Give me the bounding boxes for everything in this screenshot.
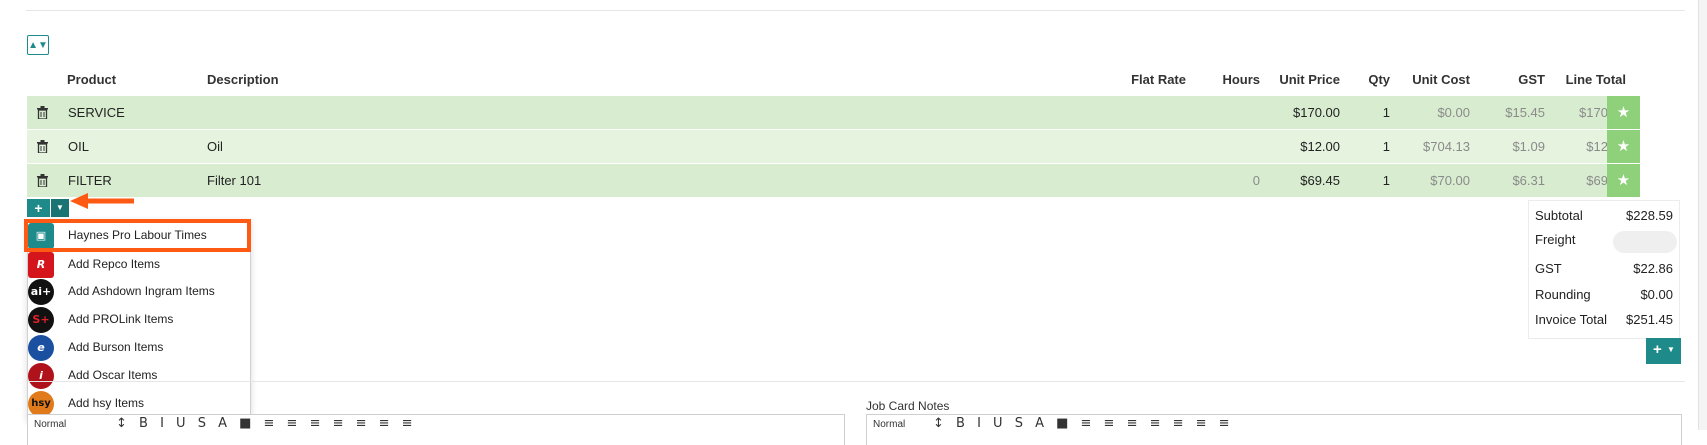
caret-down-icon: ▼	[1667, 345, 1675, 354]
repco-logo-icon: R	[28, 252, 54, 278]
menu-item-burson[interactable]: e Add Burson Items	[28, 334, 250, 361]
scrollbar[interactable]	[1698, 0, 1707, 430]
menu-item-hsy[interactable]: hsy Add hsy Items	[28, 390, 250, 417]
table-row: SERVICE $170.00 1 $0.00 $15.45 $170.00 ★	[27, 96, 1640, 129]
star-icon: ★	[1616, 138, 1631, 155]
row-unit-price[interactable]: $69.45	[1270, 164, 1340, 197]
gst-value: $22.86	[1633, 261, 1673, 276]
invoice-total-value: $251.45	[1626, 312, 1673, 327]
row-qty[interactable]: 1	[1350, 96, 1390, 129]
row-product[interactable]: OIL	[68, 130, 89, 163]
editor-toolbar-icons[interactable]: ↕ B I U S A ■ ≡ ≡ ≡ ≡ ≡ ≡ ≡	[116, 416, 417, 431]
menu-item-repco[interactable]: R Add Repco Items	[28, 251, 250, 278]
menu-item-ashdown-ingram[interactable]: ai+ Add Ashdown Ingram Items	[28, 278, 250, 305]
totals-add-button[interactable]: + ▼	[1646, 338, 1681, 364]
favourite-button[interactable]: ★	[1607, 130, 1640, 163]
rounding-label: Rounding	[1535, 287, 1591, 302]
row-hours[interactable]: 0	[1207, 164, 1260, 197]
header-product: Product	[67, 72, 117, 87]
highlight-annotation-box	[24, 219, 251, 252]
row-qty[interactable]: 1	[1350, 130, 1390, 163]
trash-icon[interactable]	[37, 140, 48, 153]
star-icon: ★	[1616, 104, 1631, 121]
header-gst: GST	[1518, 72, 1545, 87]
freight-label: Freight	[1535, 232, 1576, 247]
caret-down-icon: ▼	[56, 203, 64, 212]
header-hours: Hours	[1222, 72, 1260, 87]
trash-icon[interactable]	[37, 174, 48, 187]
table-row: OIL Oil $12.00 1 $704.13 $1.09 $12.00 ★	[27, 130, 1640, 163]
favourite-button[interactable]: ★	[1607, 164, 1640, 197]
ashdown-ingram-logo-icon: ai+	[28, 279, 54, 305]
arrow-annotation-icon	[70, 193, 134, 209]
row-gst: $1.09	[1512, 139, 1545, 154]
row-hours[interactable]	[1207, 130, 1260, 163]
row-description[interactable]: Oil	[207, 130, 223, 163]
sort-toggle-button[interactable]: ▲▼	[27, 35, 49, 55]
oscar-logo-icon: i	[28, 363, 54, 389]
section-divider	[26, 381, 1685, 382]
gst-label: GST	[1535, 261, 1562, 276]
burson-logo-icon: e	[28, 335, 54, 361]
header-unit-price: Unit Price	[1279, 72, 1340, 87]
editor-toolbar-icons[interactable]: ↕ B I U S A ■ ≡ ≡ ≡ ≡ ≡ ≡ ≡	[933, 416, 1234, 431]
subtotal-label: Subtotal	[1535, 208, 1583, 223]
menu-item-prolink[interactable]: S+ Add PROLink Items	[28, 306, 250, 333]
row-unit-cost[interactable]: $0.00	[1400, 96, 1470, 129]
plus-icon: +	[34, 200, 43, 216]
top-divider	[26, 10, 1685, 11]
totals-panel: Subtotal $228.59 Freight GST $22.86 Roun…	[1528, 200, 1680, 339]
row-gst: $15.45	[1505, 105, 1545, 120]
row-unit-cost[interactable]: $70.00	[1400, 164, 1470, 197]
freight-input[interactable]	[1613, 231, 1677, 253]
header-qty: Qty	[1368, 72, 1390, 87]
row-gst: $6.31	[1512, 173, 1545, 188]
style-select[interactable]: Normal	[873, 419, 905, 430]
invoice-total-label: Invoice Total	[1535, 312, 1608, 327]
favourite-button[interactable]: ★	[1607, 96, 1640, 129]
add-item-dropdown-toggle[interactable]: ▼	[51, 199, 69, 217]
header-line-total: Line Total	[1565, 72, 1626, 87]
menu-item-oscar[interactable]: i Add Oscar Items	[28, 362, 250, 389]
row-product[interactable]: SERVICE	[68, 96, 125, 129]
row-hours[interactable]	[1207, 96, 1260, 129]
plus-icon: +	[1653, 341, 1662, 358]
rounding-value: $0.00	[1640, 287, 1673, 302]
job-card-notes-label: Job Card Notes	[866, 399, 950, 413]
row-qty[interactable]: 1	[1350, 164, 1390, 197]
table-row: FILTER Filter 101 0 $69.45 1 $70.00 $6.3…	[27, 164, 1640, 197]
row-unit-price[interactable]: $12.00	[1270, 130, 1340, 163]
add-item-button[interactable]: +	[27, 199, 50, 217]
prolink-logo-icon: S+	[28, 307, 54, 333]
header-description: Description	[207, 72, 279, 87]
star-icon: ★	[1616, 172, 1631, 189]
style-select[interactable]: Normal	[34, 419, 66, 430]
header-unit-cost: Unit Cost	[1412, 72, 1470, 87]
subtotal-value: $228.59	[1626, 208, 1673, 223]
row-description[interactable]: Filter 101	[207, 164, 261, 197]
trash-icon[interactable]	[37, 106, 48, 119]
row-unit-cost[interactable]: $704.13	[1400, 130, 1470, 163]
row-unit-price[interactable]: $170.00	[1270, 96, 1340, 129]
header-flat-rate: Flat Rate	[1131, 72, 1186, 87]
sort-icon: ▲▼	[28, 40, 48, 51]
